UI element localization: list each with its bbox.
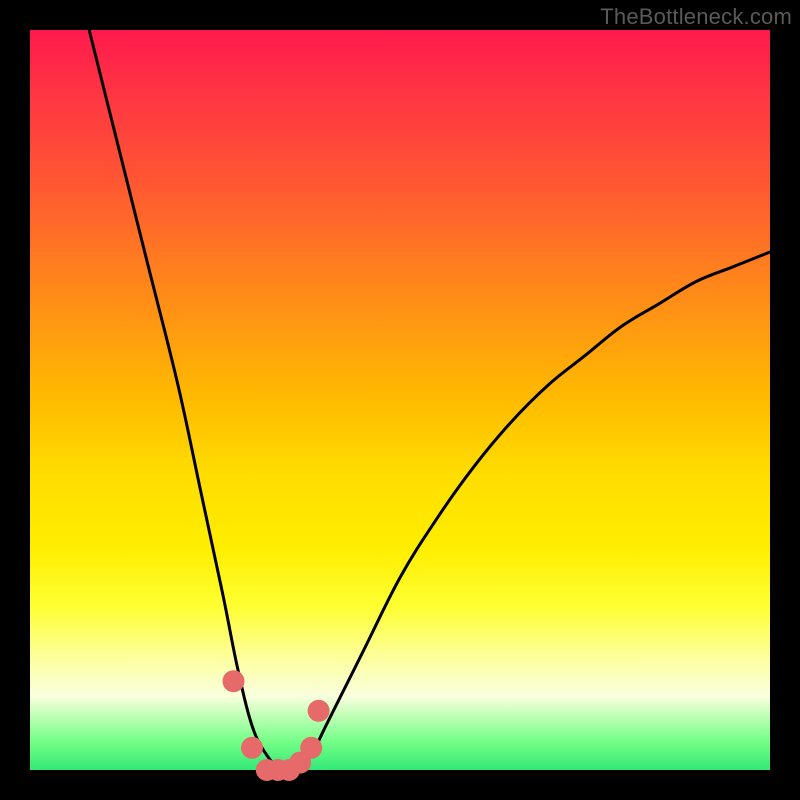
highlighted-points <box>223 670 330 781</box>
chart-frame: TheBottleneck.com <box>0 0 800 800</box>
marker-point <box>223 670 245 692</box>
marker-point <box>300 737 322 759</box>
plot-area <box>30 30 770 770</box>
watermark-text: TheBottleneck.com <box>600 4 792 30</box>
chart-svg <box>30 30 770 770</box>
bottleneck-curve <box>89 30 770 772</box>
marker-point <box>308 700 330 722</box>
marker-point <box>241 737 263 759</box>
